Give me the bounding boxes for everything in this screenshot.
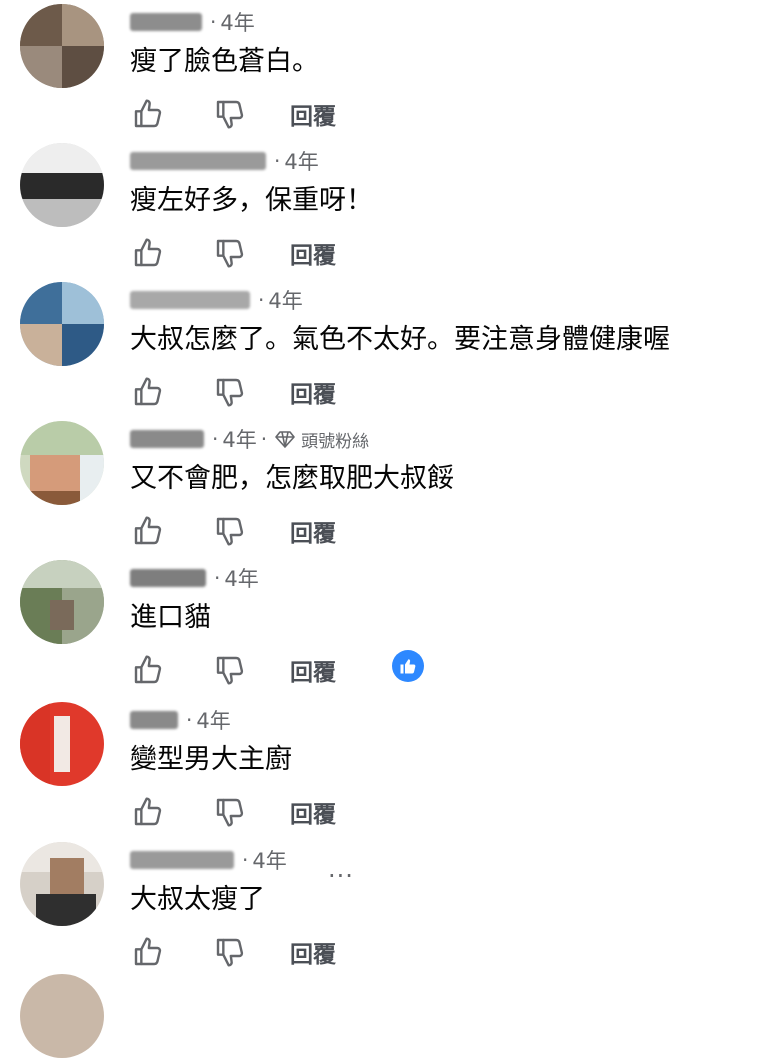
comment-text: 進口貓 xyxy=(130,602,211,633)
comment-meta: · 4年 xyxy=(130,286,303,314)
thumbs-down-icon xyxy=(216,656,244,685)
comment-time[interactable]: 4年 xyxy=(196,705,230,735)
author-name-blurred[interactable] xyxy=(130,13,202,31)
comment-actions: 回覆 xyxy=(128,233,336,273)
comment-actions: 回覆 xyxy=(128,511,336,551)
author-name-blurred[interactable] xyxy=(130,569,206,587)
thumbs-down-icon xyxy=(216,378,244,407)
like-button[interactable] xyxy=(128,94,168,134)
comment-meta: · 4年 · 頭號粉絲 xyxy=(130,425,369,453)
separator-dot: · xyxy=(274,149,281,173)
like-reaction-icon xyxy=(400,659,416,674)
like-button[interactable] xyxy=(128,372,168,412)
separator-dot: · xyxy=(242,848,249,872)
reply-button[interactable]: 回覆 xyxy=(290,97,336,131)
top-fan-badge[interactable]: 頭號粉絲 xyxy=(275,427,369,452)
comment-meta: · 4年 xyxy=(130,564,259,592)
diamond-icon xyxy=(275,431,295,448)
reply-button[interactable]: 回覆 xyxy=(290,935,336,969)
dislike-button[interactable] xyxy=(210,792,250,832)
thumbs-up-icon xyxy=(134,937,162,966)
thumbs-up-icon xyxy=(134,238,162,267)
separator-dot: · xyxy=(212,427,219,451)
like-button[interactable] xyxy=(128,233,168,273)
comment-time[interactable]: 4年 xyxy=(224,563,258,593)
comment-time[interactable]: 4年 xyxy=(284,146,318,176)
avatar[interactable] xyxy=(20,702,104,786)
comment-text: 瘦了臉色蒼白。 xyxy=(130,46,319,77)
like-button[interactable] xyxy=(128,792,168,832)
author-name-blurred[interactable] xyxy=(130,430,204,448)
separator-dot: · xyxy=(258,288,265,312)
thumbs-up-icon xyxy=(134,516,162,545)
thumbs-down-icon xyxy=(216,798,244,827)
dislike-button[interactable] xyxy=(210,233,250,273)
comment-text: 瘦左好多，保重呀！ xyxy=(130,185,373,216)
avatar[interactable] xyxy=(20,560,104,644)
thumbs-up-icon xyxy=(134,797,162,826)
more-options-button[interactable]: ··· xyxy=(328,862,354,890)
comment-text: 大叔怎麼了。氣色不太好。要注意身體健康喔 xyxy=(130,324,670,355)
comment-actions: 回覆 xyxy=(128,932,336,972)
comment-time[interactable]: 4年 xyxy=(222,424,256,454)
badge-label: 頭號粉絲 xyxy=(301,431,370,452)
dislike-button[interactable] xyxy=(210,372,250,412)
thumbs-up-icon xyxy=(134,655,162,684)
comment-time[interactable]: 4年 xyxy=(268,285,302,315)
dislike-button[interactable] xyxy=(210,932,250,972)
comment-text: 又不會肥，怎麼取肥大叔餒 xyxy=(130,463,454,494)
author-name-blurred[interactable] xyxy=(130,291,250,309)
thumbs-down-icon xyxy=(216,517,244,546)
comment-meta: · 4年 xyxy=(130,147,319,175)
separator-dot: · xyxy=(214,566,221,590)
reply-button[interactable]: 回覆 xyxy=(290,653,336,687)
reply-button[interactable]: 回覆 xyxy=(290,514,336,548)
thumbs-down-icon xyxy=(216,938,244,967)
dislike-button[interactable] xyxy=(210,650,250,690)
avatar[interactable] xyxy=(20,282,104,366)
avatar[interactable] xyxy=(20,143,104,227)
like-button[interactable] xyxy=(128,511,168,551)
avatar[interactable] xyxy=(20,974,104,1058)
comment-meta: · 4年 xyxy=(130,706,231,734)
thumbs-down-icon xyxy=(216,239,244,268)
author-name-blurred[interactable] xyxy=(130,152,266,170)
reply-button[interactable]: 回覆 xyxy=(290,795,336,829)
separator-dot: · xyxy=(260,427,268,451)
like-reaction[interactable] xyxy=(392,650,424,682)
comment-text: 大叔太瘦了 xyxy=(130,884,265,915)
separator-dot: · xyxy=(210,10,217,34)
avatar[interactable] xyxy=(20,4,104,88)
comment-actions: 回覆 xyxy=(128,650,336,690)
reply-button[interactable]: 回覆 xyxy=(290,375,336,409)
comment-actions: 回覆 xyxy=(128,372,336,412)
comment-time[interactable]: 4年 xyxy=(252,845,286,875)
separator-dot: · xyxy=(186,708,193,732)
thumbs-up-icon xyxy=(134,99,162,128)
like-button[interactable] xyxy=(128,650,168,690)
author-name-blurred[interactable] xyxy=(130,851,234,869)
dislike-button[interactable] xyxy=(210,94,250,134)
comment-meta: · 4年 xyxy=(130,846,287,874)
dislike-button[interactable] xyxy=(210,511,250,551)
author-name-blurred[interactable] xyxy=(130,711,178,729)
comment-actions: 回覆 xyxy=(128,94,336,134)
comment-meta: · 4年 xyxy=(130,8,255,36)
comment-time[interactable]: 4年 xyxy=(220,7,254,37)
thumbs-down-icon xyxy=(216,100,244,129)
comment-actions: 回覆 xyxy=(128,792,336,832)
thumbs-up-icon xyxy=(134,377,162,406)
avatar[interactable] xyxy=(20,842,104,926)
avatar[interactable] xyxy=(20,421,104,505)
reply-button[interactable]: 回覆 xyxy=(290,236,336,270)
comment-text: 變型男大主廚 xyxy=(130,744,292,775)
more-options-icon: ··· xyxy=(328,862,354,890)
like-button[interactable] xyxy=(128,932,168,972)
